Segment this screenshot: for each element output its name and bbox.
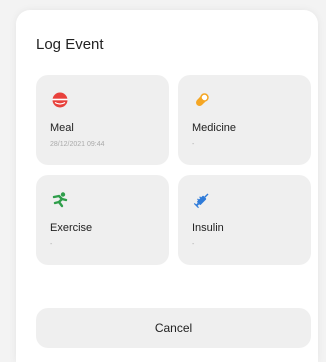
exercise-card[interactable]: Exercise - [36, 175, 169, 265]
log-event-dialog: Log Event Meal 28/12/2021 09:44 Medicine… [16, 10, 318, 362]
cancel-button[interactable]: Cancel [36, 308, 311, 348]
dialog-title: Log Event [36, 36, 104, 53]
insulin-card[interactable]: Insulin - [178, 175, 311, 265]
exercise-subtitle: - [50, 241, 53, 248]
meal-icon [52, 92, 68, 108]
insulin-subtitle: - [192, 241, 195, 248]
pill-icon [196, 93, 209, 106]
meal-subtitle: 28/12/2021 09:44 [50, 141, 105, 148]
meal-label: Meal [50, 122, 74, 134]
insulin-label: Insulin [192, 222, 224, 234]
exercise-icon [52, 192, 68, 208]
exercise-label: Exercise [50, 222, 93, 234]
syringe-icon [193, 193, 209, 209]
meal-card[interactable]: Meal 28/12/2021 09:44 [36, 75, 169, 165]
medicine-card[interactable]: Medicine - [178, 75, 311, 165]
medicine-label: Medicine [192, 122, 237, 134]
medicine-subtitle: - [192, 141, 195, 148]
